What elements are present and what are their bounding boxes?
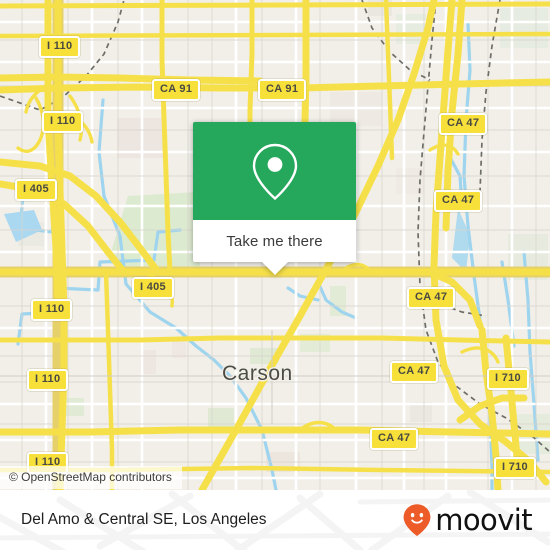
- highway-shield: CA 47: [434, 190, 483, 212]
- highway-shield: CA 47: [370, 428, 419, 450]
- highway-shield: I 710: [494, 457, 536, 479]
- moovit-wordmark: moovit: [435, 502, 532, 537]
- popup-action-row[interactable]: Take me there: [193, 220, 356, 262]
- highway-shield: I 110: [27, 369, 69, 391]
- moovit-map-screen: I 110 CA 91 CA 91 CA 47 I 110 I 405 CA 47 I 405…: [0, 0, 550, 550]
- highway-shield: I 110: [31, 299, 73, 321]
- osm-attribution[interactable]: © OpenStreetMap contributors: [0, 466, 182, 489]
- highway-shield: I 110: [39, 36, 81, 58]
- highway-shield: I 110: [42, 111, 84, 133]
- station-title: Del Amo & Central SE, Los Angeles: [21, 511, 267, 528]
- highway-shield: I 405: [132, 277, 174, 299]
- highway-shield: CA 91: [258, 79, 307, 101]
- highway-shield: CA 47: [390, 361, 439, 383]
- map-pin-icon: [252, 143, 297, 201]
- moovit-logo[interactable]: moovit: [402, 502, 533, 537]
- location-popup-card[interactable]: Take me there: [193, 122, 356, 275]
- highway-shield: I 710: [487, 368, 529, 390]
- highway-shield: I 405: [15, 179, 57, 201]
- city-label: Carson: [222, 362, 293, 385]
- highway-shield: CA 91: [152, 79, 201, 101]
- moovit-smiley-pin-icon: [403, 504, 431, 536]
- map-canvas[interactable]: I 110 CA 91 CA 91 CA 47 I 110 I 405 CA 47 I 405…: [0, 0, 550, 490]
- highway-shield: CA 47: [439, 113, 488, 135]
- popup-header: [193, 122, 356, 220]
- highway-shield: CA 47: [407, 287, 456, 309]
- popup-tail-pointer: [261, 262, 288, 275]
- take-me-there-label: Take me there: [226, 232, 323, 250]
- footer-bar: Del Amo & Central SE, Los Angeles moovit: [0, 490, 550, 550]
